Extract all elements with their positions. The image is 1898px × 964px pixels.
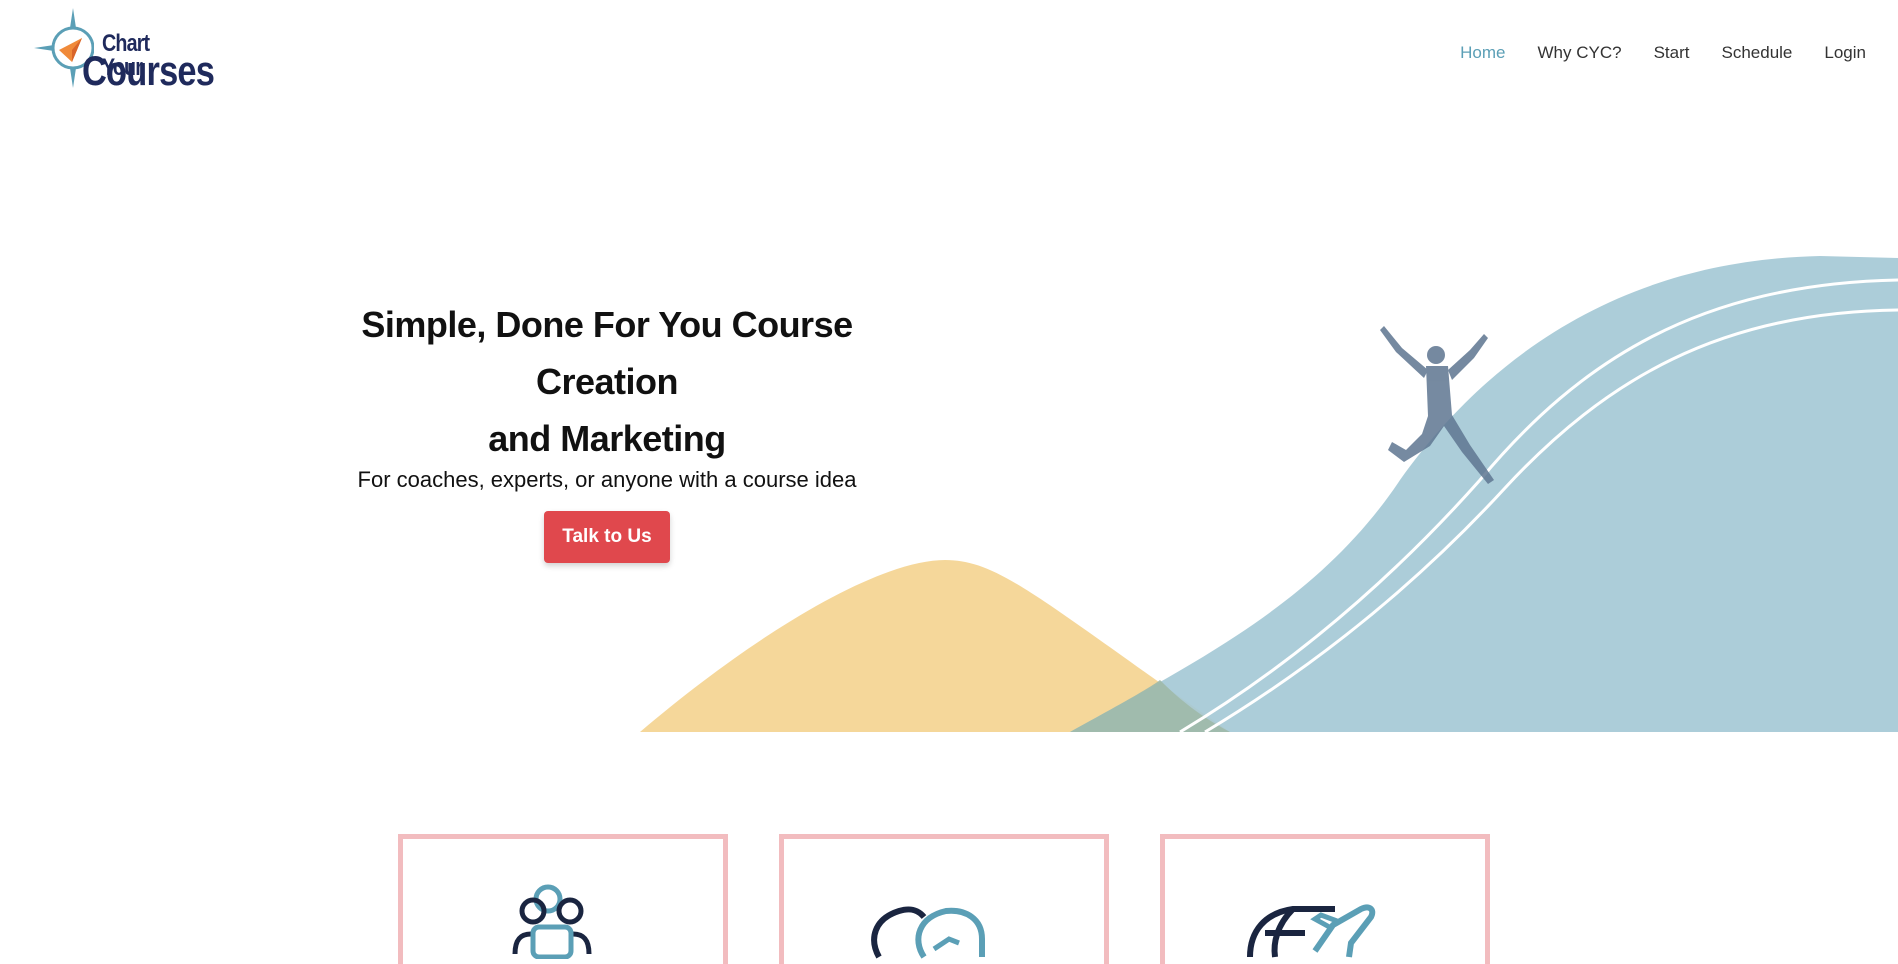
hero-title-line-2: and Marketing <box>488 418 726 459</box>
hero-subtitle: For coaches, experts, or anyone with a c… <box>357 467 857 492</box>
main-nav: Home Why CYC? Start Schedule Login <box>1460 42 1866 64</box>
feature-card-handshake <box>779 834 1109 964</box>
hero-illustration <box>640 256 1898 732</box>
logo-text-bottom: Courses <box>82 47 215 94</box>
feature-card-global <box>1160 834 1490 964</box>
logo[interactable]: Chart Your Courses <box>34 6 215 92</box>
hero-section: Simple, Done For You Course Creation and… <box>300 296 914 563</box>
feature-cards <box>0 834 1898 964</box>
hero-title-line-1: Simple, Done For You Course Creation <box>361 304 853 402</box>
globe-plane-icon <box>1247 904 1376 958</box>
nav-home[interactable]: Home <box>1460 42 1505 64</box>
feature-card-team <box>398 834 728 964</box>
team-icon <box>512 884 592 959</box>
talk-to-us-button[interactable]: Talk to Us <box>544 511 670 563</box>
nav-schedule[interactable]: Schedule <box>1722 42 1793 64</box>
nav-login[interactable]: Login <box>1824 42 1866 64</box>
nav-why-cyc[interactable]: Why CYC? <box>1538 42 1622 64</box>
blue-wave <box>1070 256 1898 732</box>
site-header: Chart Your Courses Home Why CYC? Start S… <box>0 0 1898 110</box>
handshake-icon <box>871 906 985 959</box>
hero-title: Simple, Done For You Course Creation and… <box>300 296 914 467</box>
nav-start[interactable]: Start <box>1654 42 1690 64</box>
